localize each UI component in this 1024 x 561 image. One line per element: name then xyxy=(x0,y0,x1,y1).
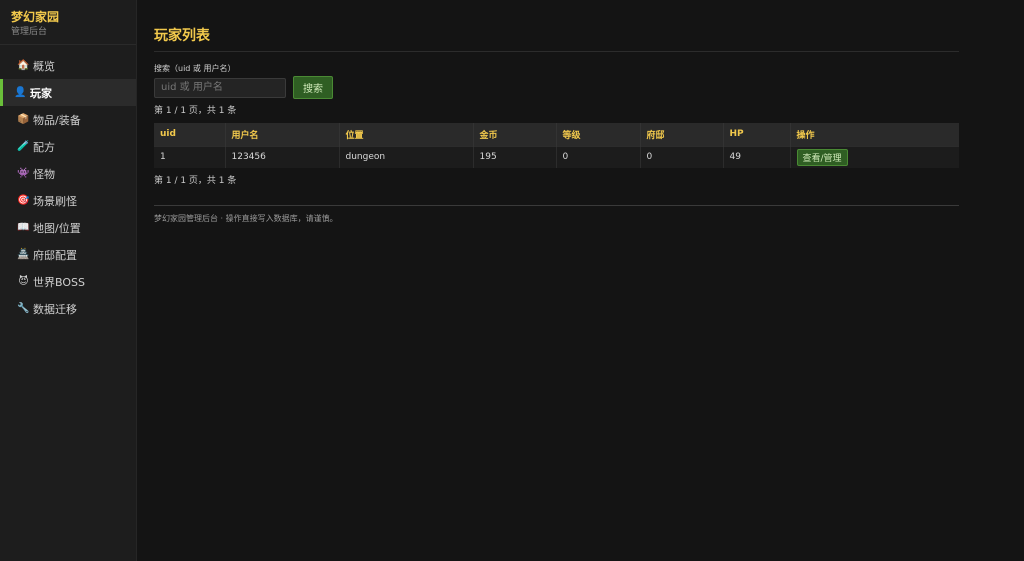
cell-location: dungeon xyxy=(339,145,474,168)
players-table: uid 用户名 位置 金币 等级 府邸 HP 操作 1 123456 dunge… xyxy=(154,123,959,168)
table-header-row: uid 用户名 位置 金币 等级 府邸 HP 操作 xyxy=(154,123,959,146)
column-header-level[interactable]: 等级 xyxy=(556,123,641,146)
book-icon: 📖 xyxy=(17,222,30,233)
table-row: 1 123456 dungeon 195 0 0 49 查看/管理 xyxy=(154,145,959,168)
sidebar: 梦幻家园 管理后台 🏠 概览 👤 玩家 📦 物品/装备 🧪 配方 👾 怪物 🎯 … xyxy=(0,0,137,561)
search-button[interactable]: 搜索 xyxy=(293,76,333,99)
sidebar-item-players[interactable]: 👤 玩家 xyxy=(0,79,136,106)
page-title: 玩家列表 xyxy=(154,25,959,52)
sidebar-item-label: 地图/位置 xyxy=(33,221,81,235)
cell-mansion: 0 xyxy=(640,145,724,168)
column-header-hp[interactable]: HP xyxy=(723,123,791,146)
sidebar-item-world-boss[interactable]: 😈 世界BOSS xyxy=(0,268,136,295)
search-row: 搜索 xyxy=(154,76,959,99)
sidebar-item-label: 府邸配置 xyxy=(33,248,77,262)
column-header-gold[interactable]: 金币 xyxy=(473,123,557,146)
sidebar-item-maps[interactable]: 📖 地图/位置 xyxy=(0,214,136,241)
cell-uid: 1 xyxy=(154,145,226,168)
pager-bottom: 第 1 / 1 页，共 1 条 xyxy=(154,176,237,186)
cell-hp: 49 xyxy=(723,145,791,168)
brand: 梦幻家园 管理后台 xyxy=(0,0,136,45)
potion-icon: 🧪 xyxy=(17,141,30,152)
devil-icon: 😈 xyxy=(18,276,29,287)
sidebar-item-recipes[interactable]: 🧪 配方 xyxy=(0,133,136,160)
search-input[interactable] xyxy=(154,77,286,98)
sidebar-item-mansion[interactable]: 🏯 府邸配置 xyxy=(0,241,136,268)
column-header-actions: 操作 xyxy=(790,123,959,146)
sidebar-item-label: 数据迁移 xyxy=(33,302,77,316)
footer-divider xyxy=(154,205,959,206)
sidebar-item-items[interactable]: 📦 物品/装备 xyxy=(0,106,136,133)
pager-top: 第 1 / 1 页，共 1 条 xyxy=(154,106,237,116)
sidebar-item-label: 配方 xyxy=(33,140,55,154)
sidebar-item-monsters[interactable]: 👾 怪物 xyxy=(0,160,136,187)
view-manage-button[interactable]: 查看/管理 xyxy=(796,148,848,166)
column-header-uid[interactable]: uid xyxy=(154,123,226,146)
castle-icon: 🏯 xyxy=(17,249,30,260)
sidebar-nav: 🏠 概览 👤 玩家 📦 物品/装备 🧪 配方 👾 怪物 🎯 场景刷怪 📖 地图/… xyxy=(0,52,136,322)
target-icon: 🎯 xyxy=(17,195,30,206)
cell-gold: 195 xyxy=(473,145,557,168)
column-header-location[interactable]: 位置 xyxy=(339,123,474,146)
monster-icon: 👾 xyxy=(17,168,30,179)
package-icon: 📦 xyxy=(17,114,30,125)
sidebar-item-label: 怪物 xyxy=(33,167,55,181)
main-content: 玩家列表 搜索（uid 或 用户名） 搜索 第 1 / 1 页，共 1 条 ui… xyxy=(154,0,959,224)
home-icon: 🏠 xyxy=(17,60,30,71)
sidebar-item-label: 概览 xyxy=(33,59,55,73)
column-header-username[interactable]: 用户名 xyxy=(225,123,340,146)
sidebar-item-label: 物品/装备 xyxy=(33,113,81,127)
brand-subtitle: 管理后台 xyxy=(11,27,48,37)
cell-username: 123456 xyxy=(225,145,340,168)
footer-text: 梦幻家园管理后台 · 操作直接写入数据库，请谨慎。 xyxy=(154,214,338,223)
sidebar-item-overview[interactable]: 🏠 概览 xyxy=(0,52,136,79)
sidebar-item-migration[interactable]: 🔧 数据迁移 xyxy=(0,295,136,322)
sidebar-item-label: 玩家 xyxy=(30,86,52,100)
sidebar-item-spawns[interactable]: 🎯 场景刷怪 xyxy=(0,187,136,214)
cell-level: 0 xyxy=(556,145,641,168)
brand-title: 梦幻家园 xyxy=(11,10,60,24)
cell-actions: 查看/管理 xyxy=(790,145,959,168)
search-label: 搜索（uid 或 用户名） xyxy=(154,64,236,73)
wrench-icon: 🔧 xyxy=(17,303,30,314)
sidebar-item-label: 场景刷怪 xyxy=(33,194,77,208)
user-icon: 👤 xyxy=(14,87,27,98)
column-header-mansion[interactable]: 府邸 xyxy=(640,123,724,146)
sidebar-item-label: 世界BOSS xyxy=(33,275,85,289)
